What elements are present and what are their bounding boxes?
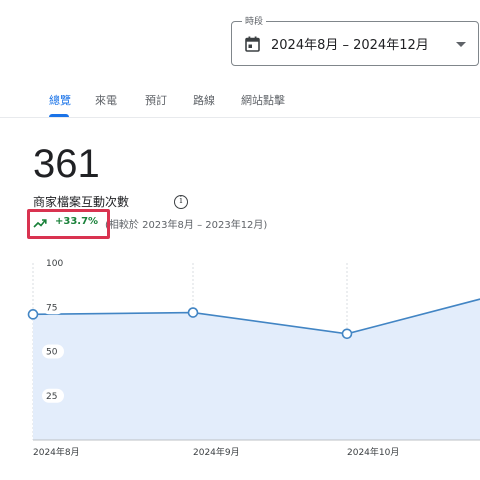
metric-label: 商家檔案互動次數 [33,195,130,209]
calendar-icon [245,36,260,52]
change-comparison: (相較於 2023年8月 – 2023年12月) [105,220,268,231]
tab-bookings[interactable]: 預訂 [145,92,167,108]
tab-overview[interactable]: 總覽 [49,92,71,108]
y-tick-label: 100 [46,259,63,269]
trending-up-icon [33,219,47,228]
y-tick-label: 75 [46,303,57,313]
x-tick-label: 2024年9月 [193,446,240,458]
tab-directions[interactable]: 路線 [193,92,215,108]
data-point [27,309,39,320]
period-select[interactable]: 時段 2024年8月 – 2024年12月 [231,14,479,66]
tab-bar: 總覽 來電 預訂 路線 網站點擊 [0,88,480,118]
trend-chart: 100 75 50 25 2024年8月 2024年9月 2024年10月 [0,250,480,465]
period-value: 2024年8月 – 2024年12月 [271,38,429,53]
tab-website-clicks[interactable]: 網站點擊 [241,92,285,108]
y-tick-label: 25 [46,392,57,402]
change-percent: +33.7% [55,216,99,227]
chevron-down-icon[interactable] [456,42,466,47]
x-tick-label: 2024年8月 [33,446,80,458]
data-point [187,307,199,318]
period-label: 時段 [242,14,267,27]
data-point [341,328,353,340]
info-icon[interactable]: i [174,195,188,209]
y-tick-label: 50 [46,348,58,358]
active-tab-indicator [49,114,69,117]
x-tick-label: 2024年10月 [347,446,399,458]
chart-svg: 100 75 50 25 2024年8月 2024年9月 2024年10月 [27,256,480,458]
metric-value: 361 [33,142,100,186]
tab-calls[interactable]: 來電 [95,92,117,108]
